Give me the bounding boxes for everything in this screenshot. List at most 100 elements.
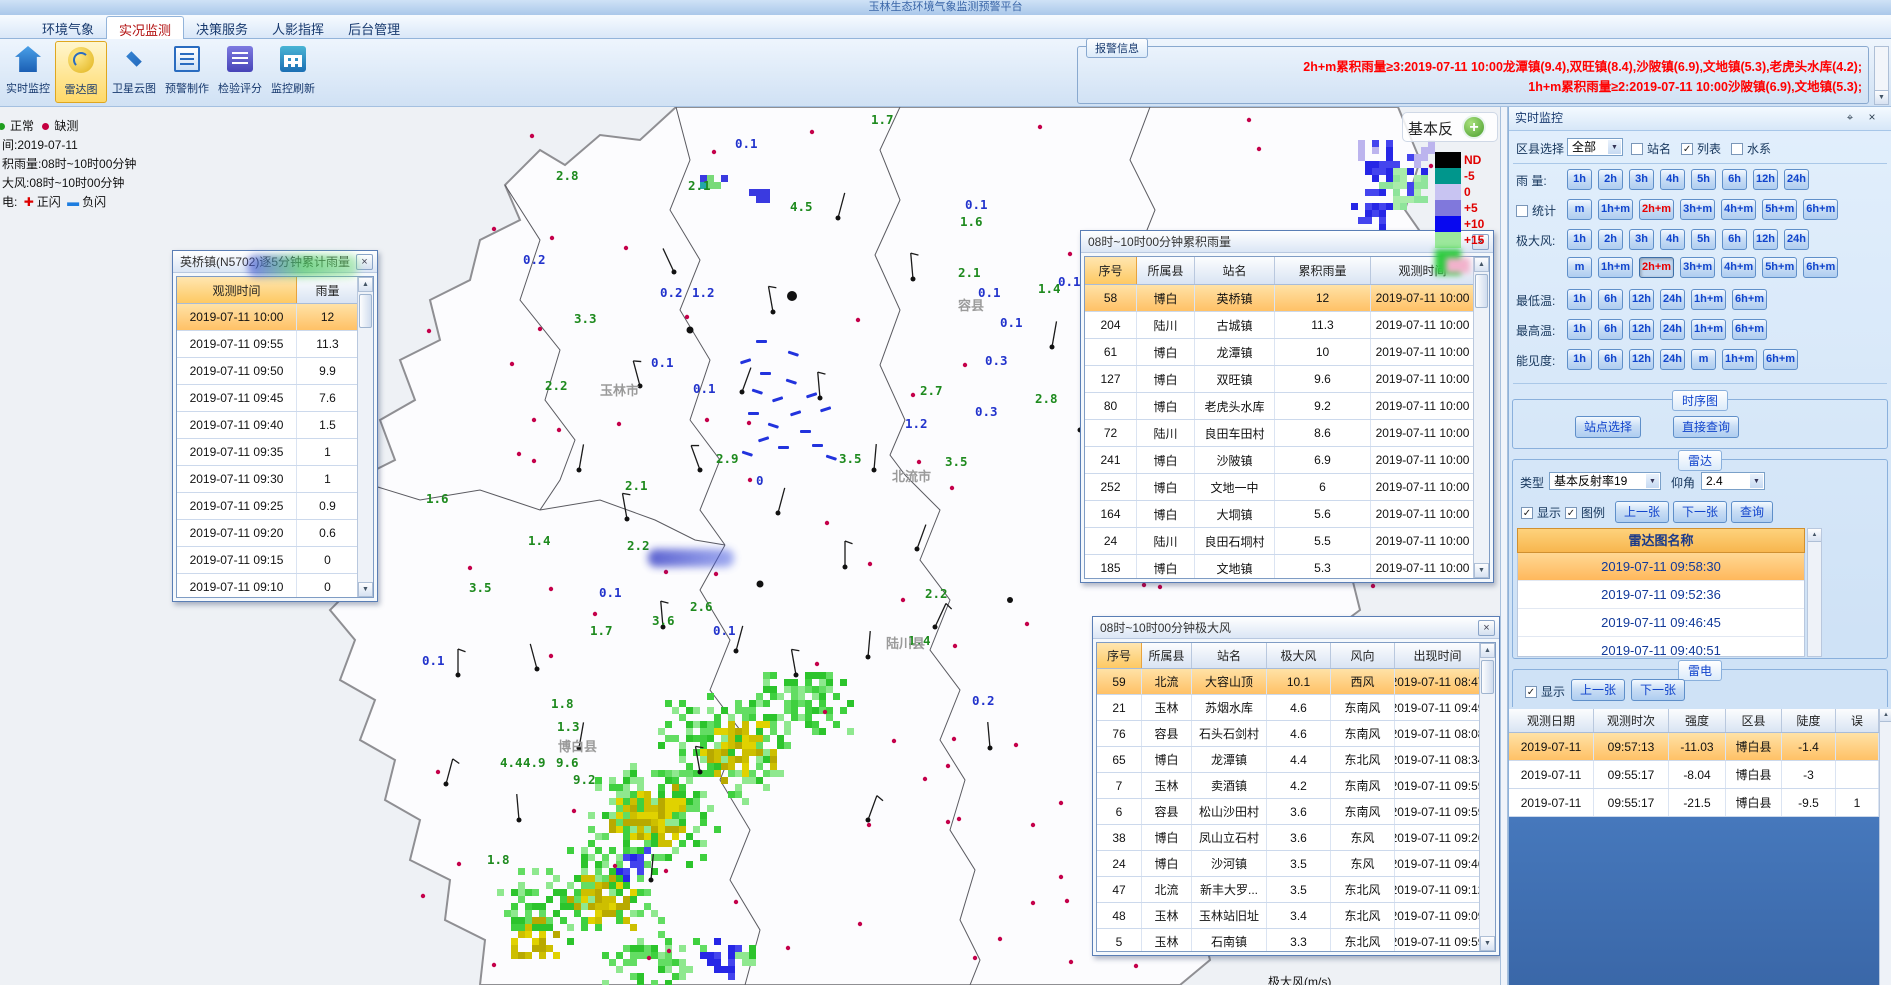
checkbox-icon[interactable] xyxy=(1681,143,1693,155)
wind-period-button[interactable]: 12h xyxy=(1753,229,1778,250)
district-select[interactable]: 全部▼ xyxy=(1567,138,1623,156)
rain-stat-button[interactable]: 5h+m xyxy=(1762,199,1797,220)
table-row[interactable]: 24 博白 沙河镇 3.5 东风 2019-07-11 09:46 xyxy=(1097,851,1495,877)
table-row[interactable]: 48 玉林 玉林站旧址 3.4 东北风 2019-07-11 09:09 xyxy=(1097,903,1495,929)
col-header-time[interactable]: 观测时间 xyxy=(177,277,297,303)
wind-stat-button[interactable]: 5h+m xyxy=(1762,257,1797,278)
scroll-down-icon[interactable]: ▼ xyxy=(1474,563,1489,578)
table-row[interactable]: 5 玉林 石南镇 3.3 东北风 2019-07-11 09:59 xyxy=(1097,929,1495,952)
table-row[interactable]: 2019-07-11 09:20 0.6 xyxy=(177,520,373,547)
wind-period-button[interactable]: 6h xyxy=(1722,229,1747,250)
radar-query-button[interactable]: 查询 xyxy=(1731,501,1773,523)
rain-stat-button[interactable]: 2h+m xyxy=(1639,199,1674,220)
tmin-period-button[interactable]: 1h xyxy=(1567,289,1592,310)
cumulative-rain-window[interactable]: 08时~10时00分钟累积雨量 × 序号 所属县 站名 累积雨量 观测时间 58… xyxy=(1080,230,1494,583)
table-row[interactable]: 2019-07-11 09:35 1 xyxy=(177,439,373,466)
tmin-period-button[interactable]: 6h+m xyxy=(1732,289,1767,310)
table-row[interactable]: 2019-07-11 09:55 11.3 xyxy=(177,331,373,358)
scroll-up-icon[interactable]: ▲ xyxy=(1880,709,1891,722)
scroll-up-icon[interactable]: ▲ xyxy=(358,277,373,292)
wind-period-button[interactable]: 24h xyxy=(1784,229,1809,250)
tmax-period-button[interactable]: 1h xyxy=(1567,319,1592,340)
tmin-period-button[interactable]: 1h+m xyxy=(1691,289,1726,310)
table-row[interactable]: 58 博白 英桥镇 12 2019-07-11 10:00 xyxy=(1085,285,1489,312)
alert-scrollbar[interactable]: ▼ xyxy=(1874,46,1889,105)
station-select-button[interactable]: 站点选择 xyxy=(1575,416,1641,438)
checkbox-icon[interactable] xyxy=(1521,507,1533,519)
table-row[interactable]: 204 陆川 古城镇 11.3 2019-07-11 10:00 xyxy=(1085,312,1489,339)
rain-stat-button[interactable]: 3h+m xyxy=(1680,199,1715,220)
scroll-down-icon[interactable]: ▼ xyxy=(1875,90,1888,104)
radar-image-item[interactable]: 2019-07-11 09:52:36 xyxy=(1518,581,1804,609)
radar-list-scrollbar[interactable]: ▲ xyxy=(1807,528,1822,657)
radar-image-item[interactable]: 2019-07-11 09:46:45 xyxy=(1518,609,1804,637)
scrollbar[interactable]: ▲ ▼ xyxy=(1473,257,1489,578)
checkbox-icon[interactable] xyxy=(1631,143,1643,155)
table-row[interactable]: 65 博白 龙潭镇 4.4 东北风 2019-07-11 08:34 xyxy=(1097,747,1495,773)
table-row[interactable]: 2019-07-11 09:50 9.9 xyxy=(177,358,373,385)
table-row[interactable]: 76 容县 石头石剑村 4.6 东南风 2019-07-11 08:08 xyxy=(1097,721,1495,747)
close-icon[interactable]: × xyxy=(1865,111,1879,125)
table-row[interactable]: 38 博白 凤山立石村 3.6 东风 2019-07-11 09:26 xyxy=(1097,825,1495,851)
radar-type-select[interactable]: 基本反射率19▼ xyxy=(1549,472,1661,490)
scroll-up-icon[interactable]: ▲ xyxy=(1808,529,1821,542)
table-row[interactable]: 21 玉林 苏烟水库 4.6 东南风 2019-07-11 09:49 xyxy=(1097,695,1495,721)
rain-period-button[interactable]: 1h xyxy=(1567,169,1592,190)
rain-period-button[interactable]: 4h xyxy=(1660,169,1685,190)
visibility-period-button[interactable]: m xyxy=(1691,349,1716,370)
menu-tab[interactable]: 环境气象 xyxy=(30,16,106,40)
wind-stat-button[interactable]: m xyxy=(1567,257,1592,278)
direct-query-button[interactable]: 直接查询 xyxy=(1673,416,1739,438)
chevron-down-icon[interactable]: ▼ xyxy=(1750,474,1763,488)
rain-period-button[interactable]: 24h xyxy=(1784,169,1809,190)
lightning-show-checkbox[interactable]: 显示 xyxy=(1525,683,1565,700)
chevron-down-icon[interactable]: ▼ xyxy=(1608,140,1621,154)
toolbar-button[interactable]: 监控刷新 xyxy=(267,41,319,103)
radar-elev-select[interactable]: 2.4▼ xyxy=(1701,472,1765,490)
table-row[interactable]: 2019-07-11 09:57:13 -11.03 博白县 -1.4 xyxy=(1509,733,1879,761)
table-row[interactable]: 80 博白 老虎头水库 9.2 2019-07-11 10:00 xyxy=(1085,393,1489,420)
toolbar-button[interactable]: 雷达图 xyxy=(55,41,107,103)
scroll-thumb[interactable] xyxy=(1475,274,1488,308)
rain-period-button[interactable]: 3h xyxy=(1629,169,1654,190)
close-icon[interactable]: × xyxy=(356,254,373,270)
tmax-period-button[interactable]: 12h xyxy=(1629,319,1654,340)
table-row[interactable]: 6 容县 松山沙田村 3.6 东南风 2019-07-11 09:59 xyxy=(1097,799,1495,825)
scroll-up-icon[interactable]: ▲ xyxy=(1474,257,1489,272)
tmax-period-button[interactable]: 24h xyxy=(1660,319,1685,340)
radar-legend-checkbox[interactable]: 图例 xyxy=(1565,504,1605,521)
wind-period-button[interactable]: 2h xyxy=(1598,229,1623,250)
lightning-prev-button[interactable]: 上一张 xyxy=(1571,679,1625,701)
checkbox-icon[interactable] xyxy=(1731,143,1743,155)
table-row[interactable]: 2019-07-11 09:55:17 -21.5 博白县 -9.5 1 xyxy=(1509,789,1879,817)
tmin-period-button[interactable]: 12h xyxy=(1629,289,1654,310)
checkbox-icon[interactable] xyxy=(1516,205,1528,217)
toolbar-button[interactable]: 实时监控 xyxy=(2,41,54,103)
table-row[interactable]: 47 北流 新丰大罗... 3.5 东北风 2019-07-11 09:12 xyxy=(1097,877,1495,903)
wind-period-button[interactable]: 1h xyxy=(1567,229,1592,250)
rain-stat-button[interactable]: m xyxy=(1567,199,1592,220)
radar-prev-button[interactable]: 上一张 xyxy=(1615,501,1669,523)
lightning-table-scrollbar[interactable]: ▲ xyxy=(1879,709,1891,985)
visibility-period-button[interactable]: 6h xyxy=(1598,349,1623,370)
table-row[interactable]: 2019-07-11 09:15 0 xyxy=(177,547,373,574)
wind-period-button[interactable]: 3h xyxy=(1629,229,1654,250)
radar-image-item[interactable]: 2019-07-11 09:40:51 xyxy=(1518,637,1804,657)
wind-stat-button[interactable]: 1h+m xyxy=(1598,257,1633,278)
rain-stat-button[interactable]: 1h+m xyxy=(1598,199,1633,220)
table-row[interactable]: 2019-07-11 09:45 7.6 xyxy=(177,385,373,412)
scroll-down-icon[interactable]: ▼ xyxy=(1480,936,1495,951)
radar-show-checkbox[interactable]: 显示 xyxy=(1521,504,1561,521)
map-sidebar-divider[interactable] xyxy=(1500,107,1508,985)
rain-stat-button[interactable]: 4h+m xyxy=(1721,199,1756,220)
toolbar-button[interactable]: 检验评分 xyxy=(214,41,266,103)
table-row[interactable]: 24 陆川 良田石垌村 5.5 2019-07-11 10:00 xyxy=(1085,528,1489,555)
table-row[interactable]: 2019-07-11 09:40 1.5 xyxy=(177,412,373,439)
menu-tab[interactable]: 后台管理 xyxy=(336,16,412,40)
table-row[interactable]: 2019-07-11 09:55:17 -8.04 博白县 -3 xyxy=(1509,761,1879,789)
extreme-wind-window[interactable]: 08时~10时00分钟极大风 × 序号 所属县 站名 极大风 风向 出现时间 5… xyxy=(1092,616,1500,956)
scrollbar[interactable]: ▲ ▼ xyxy=(1479,643,1495,951)
col-header-value[interactable]: 雨量 xyxy=(297,277,359,303)
map-area[interactable]: 正常 缺测 间:2019-07-11 积雨量:08时~10时00分钟 大风:08… xyxy=(0,107,1500,985)
chevron-down-icon[interactable]: ▼ xyxy=(1646,474,1659,488)
